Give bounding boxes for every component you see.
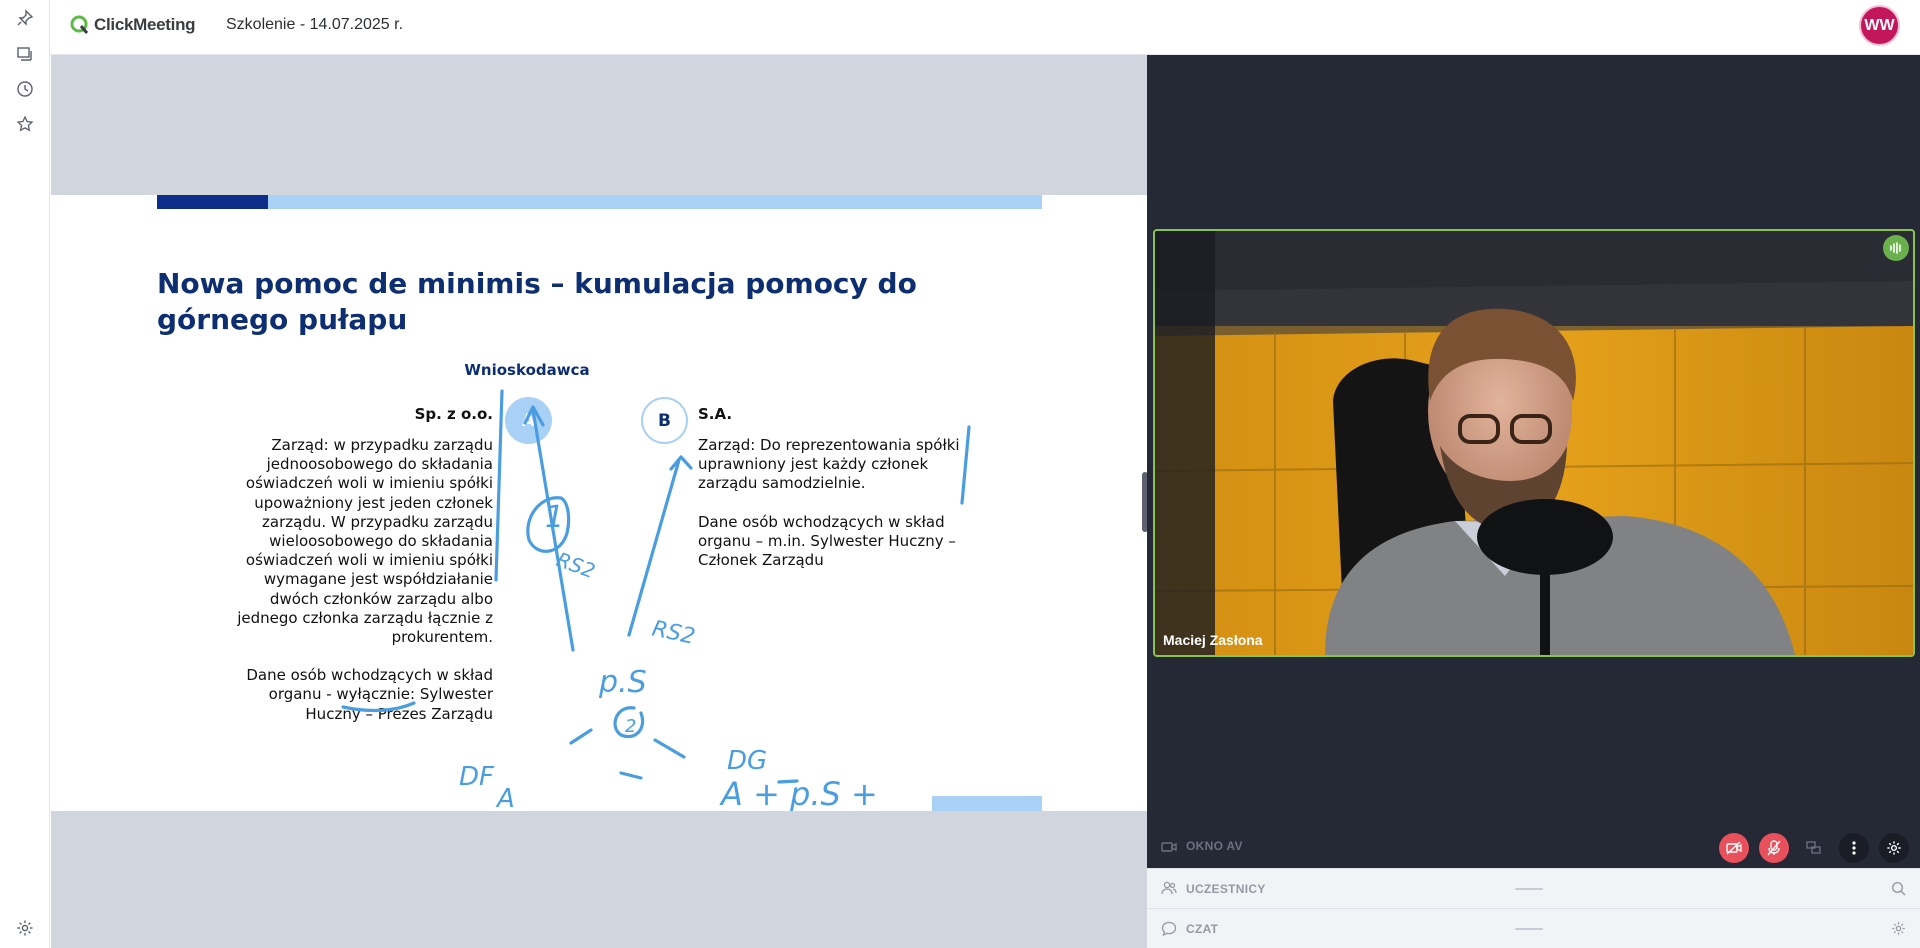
clickmeeting-app: ClickMeeting Szkolenie - 14.07.2025 r. W… [0, 0, 1920, 948]
ink-df: DF [459, 762, 495, 792]
clickmeeting-logo-icon [70, 15, 89, 34]
company-b-board-text: Zarząd: Do reprezentowania spółki uprawn… [698, 436, 960, 493]
collapse-handle [1515, 928, 1543, 930]
chat-label: CZAT [1186, 922, 1219, 936]
meeting-title: Szkolenie - 14.07.2025 r. [226, 16, 404, 33]
company-a-members-text: Dane osób wchodzących w skład organu - w… [246, 666, 493, 723]
microphone-off-button[interactable] [1759, 833, 1789, 863]
participants-panel-header[interactable]: UCZESTNICY [1147, 868, 1920, 908]
participant-video-tile[interactable]: Maciej Zasłona [1153, 229, 1915, 657]
participants-label: UCZESTNICY [1186, 882, 1266, 896]
screen-share-button[interactable] [1799, 833, 1829, 863]
participant-name: Maciej Zasłona [1163, 632, 1263, 648]
av-side-panel: Maciej Zasłona OKNO AV UCZESTNICY CZAT [1147, 55, 1920, 948]
company-b-circle: B [641, 397, 688, 444]
top-bar: ClickMeeting Szkolenie - 14.07.2025 r. W… [50, 0, 1920, 55]
more-options-button[interactable] [1839, 833, 1869, 863]
company-a-text: Zarząd: w przypadku zarządu jednoosobowe… [236, 436, 493, 724]
company-a-label: Sp. z o.o. [414, 405, 493, 423]
brand-name: ClickMeeting [94, 15, 196, 34]
slide-footer-bar [932, 796, 1042, 811]
presentation-stage: Nowa pomoc de minimis – kumulacja pomocy… [51, 55, 1147, 948]
star-icon[interactable] [15, 114, 35, 134]
ink-rs2-a: RS2 [553, 547, 598, 583]
participants-icon [1161, 881, 1177, 900]
screen-share-icon [1806, 841, 1821, 854]
speaking-indicator-icon [1883, 235, 1909, 261]
camera-off-button[interactable] [1719, 833, 1749, 863]
pin-icon[interactable] [15, 8, 35, 28]
slide-header: Wnioskodawca [464, 361, 590, 379]
slide-title: Nowa pomoc de minimis – kumulacja pomocy… [157, 267, 917, 336]
camera-icon [1161, 840, 1177, 858]
slide-accent-bar [157, 195, 268, 209]
history-icon[interactable] [15, 79, 35, 99]
company-a-board-text: Zarząd: w przypadku zarządu jednoosobowe… [237, 436, 493, 647]
camera-feed-image [1155, 231, 1913, 655]
camera-off-icon [1726, 841, 1742, 855]
av-settings-button[interactable] [1879, 833, 1909, 863]
search-icon[interactable] [1891, 881, 1906, 901]
chat-panel-header[interactable]: CZAT [1147, 908, 1920, 948]
slide-accent-bar-light [268, 195, 1042, 209]
presentation-icon[interactable] [15, 44, 35, 64]
ink-p-s: p.S [598, 665, 647, 700]
company-b-text: Zarząd: Do reprezentowania spółki uprawn… [698, 436, 968, 570]
av-window-bar: OKNO AV [1147, 827, 1920, 867]
company-a-circle: A [505, 397, 552, 444]
company-b-members-text: Dane osób wchodzących w skład organu – m… [698, 512, 956, 570]
ink-rs2-b: RS2 [650, 616, 698, 649]
gear-icon [1887, 841, 1901, 855]
collapse-handle [1515, 888, 1543, 890]
company-b-label: S.A. [698, 405, 733, 423]
ink-number-2: 2 [625, 716, 636, 737]
ink-dg: DG [727, 746, 767, 776]
chat-icon [1161, 921, 1177, 941]
ink-number-1: 1 [545, 500, 564, 535]
brand-logo[interactable]: ClickMeeting [70, 14, 196, 36]
user-avatar[interactable]: WW [1859, 5, 1900, 46]
left-rail [0, 0, 50, 948]
ink-a: A [495, 784, 515, 811]
ink-formula: A + p.S + [719, 775, 878, 811]
chat-settings-gear-icon[interactable] [1891, 921, 1906, 941]
av-window-label: OKNO AV [1186, 839, 1243, 853]
more-vertical-icon [1852, 841, 1856, 855]
microphone-off-icon [1767, 840, 1781, 856]
settings-icon[interactable] [15, 918, 35, 938]
presentation-slide[interactable]: Nowa pomoc de minimis – kumulacja pomocy… [51, 195, 1147, 811]
